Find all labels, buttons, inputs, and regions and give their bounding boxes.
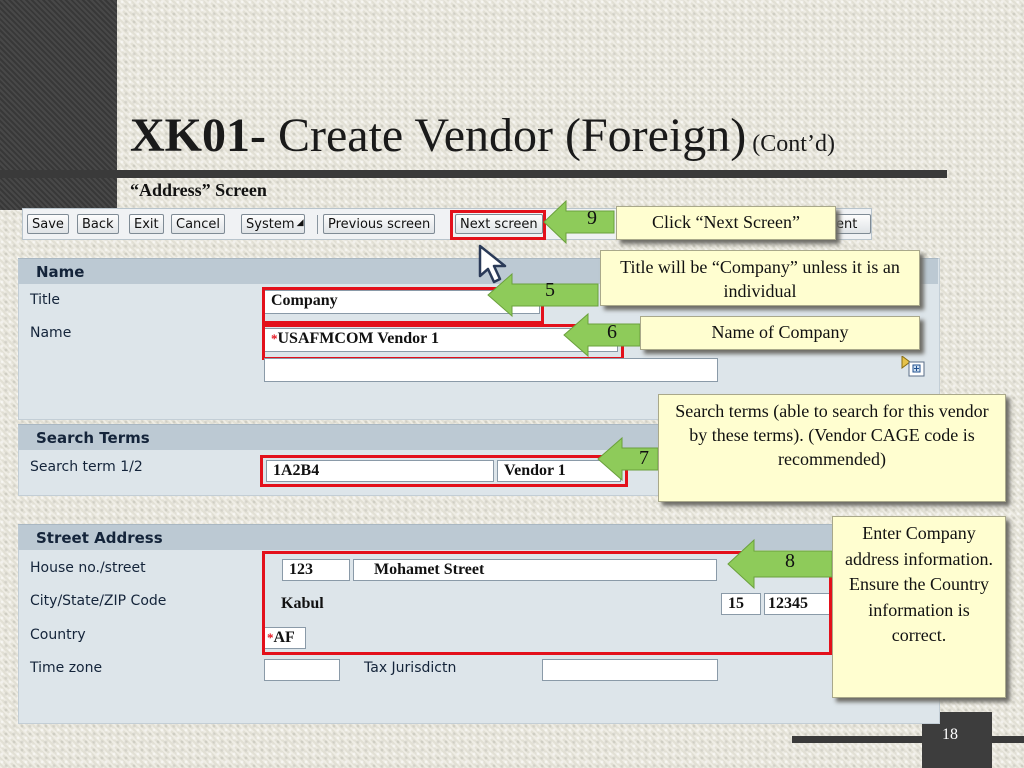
expand-fields-icon[interactable] <box>900 355 926 378</box>
name-label: Name <box>30 325 72 341</box>
system-menu-label: System <box>246 217 295 232</box>
name2-field[interactable] <box>264 358 718 382</box>
previous-screen-button[interactable]: Previous screen <box>323 214 436 234</box>
search-terms-highlight <box>260 455 628 487</box>
slide-subtitle: “Address” Screen <box>130 180 267 200</box>
system-menu-button[interactable]: System ◢ <box>241 214 306 234</box>
save-button[interactable]: Save <box>27 214 69 234</box>
title-main: Create Vendor (Foreign) <box>265 109 747 162</box>
step-7-number: 7 <box>639 447 649 469</box>
house-street-label: House no./street <box>30 560 146 576</box>
decorative-left-strip <box>0 0 117 210</box>
next-screen-highlight <box>450 210 546 240</box>
title-label: Title <box>30 292 61 308</box>
title-suffix: (Cont’d) <box>746 131 835 157</box>
step-9-arrow: 9 <box>542 199 616 245</box>
tax-jurisdiction-label: Tax Jurisdictn <box>364 660 457 676</box>
cancel-button[interactable]: Cancel <box>171 214 226 234</box>
page-number: 18 <box>942 726 958 743</box>
city-state-zip-label: City/State/ZIP Code <box>30 593 167 609</box>
title-code: XK01- <box>130 109 266 162</box>
tax-jurisdiction-field[interactable] <box>542 659 718 681</box>
time-zone-label: Time zone <box>30 660 103 676</box>
step-6-number: 6 <box>607 321 617 343</box>
partial-toolbar-button[interactable]: ent <box>833 214 871 234</box>
step-7-arrow: 7 <box>596 436 660 482</box>
toolbar-separator <box>317 215 318 234</box>
callout-name: Name of Company <box>640 316 920 350</box>
slide-title: XK01- Create Vendor (Foreign) (Cont’d) <box>130 108 835 163</box>
decorative-title-rule <box>117 170 947 178</box>
search-term-label: Search term 1/2 <box>30 459 143 475</box>
exit-button[interactable]: Exit <box>129 214 164 234</box>
callout-search-terms: Search terms (able to search for this ve… <box>658 394 1006 502</box>
back-button[interactable]: Back <box>77 214 119 234</box>
step-8-arrow: 8 <box>726 538 834 590</box>
decorative-left-bar <box>0 170 117 178</box>
time-zone-field[interactable] <box>264 659 340 681</box>
callout-title: Title will be “Company” unless it is an … <box>600 250 920 306</box>
step-6-arrow: 6 <box>562 312 642 358</box>
callout-address: Enter Company address information. Ensur… <box>832 516 1006 698</box>
country-label: Country <box>30 627 86 643</box>
step-9-number: 9 <box>587 207 597 229</box>
callout-next-screen: Click “Next Screen” <box>616 206 836 240</box>
step-8-number: 8 <box>785 550 795 572</box>
step-5-number: 5 <box>545 279 555 301</box>
dropdown-corner-icon: ◢ <box>296 218 304 228</box>
